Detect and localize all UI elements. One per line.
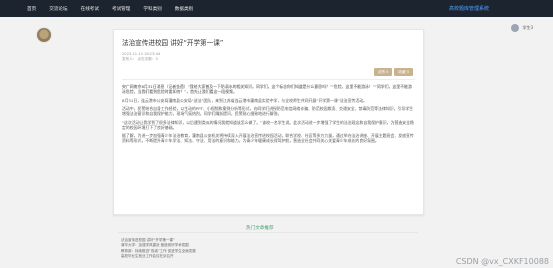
user-name: 学生3 bbox=[522, 25, 533, 30]
user-avatar bbox=[511, 24, 520, 32]
nav-item-forum[interactable]: 交流论坛 bbox=[49, 6, 67, 12]
hot-articles-divider bbox=[118, 232, 418, 233]
article-title: 法治宣传进校园 讲好“开学第一课” bbox=[122, 39, 224, 47]
brand-title: 高校题库管理系统 bbox=[448, 6, 489, 12]
article-paragraph: 据了解，为进一步加强青少年法治教育，灌南县公安机关将持续深入开展法治宣传进校园活… bbox=[122, 133, 414, 144]
article-content: 央广网南京8月31日消息（记者金蓓）“我给大家普及一下防溺水的相关知识。同学们，… bbox=[122, 84, 414, 147]
hot-articles-list: 法治宣传进校园 讲好“开学第一课” 清华大学：加强学风建设 营造良好学术氛围 教… bbox=[121, 238, 196, 260]
watermark-text: CSDN @vx_CXKF10088 bbox=[455, 257, 549, 266]
favorite-button[interactable]: 收藏 0 bbox=[394, 68, 413, 76]
article-paragraph: 央广网南京8月31日消息（记者金蓓）“我给大家普及一下防溺水的相关知识。同学们，… bbox=[122, 84, 412, 94]
article-author-clicks: 发布人： 点击次数：3 bbox=[122, 57, 158, 62]
nav-item-online-exam[interactable]: 在线考试 bbox=[81, 6, 99, 12]
user-menu[interactable]: 学生3 bbox=[511, 24, 533, 32]
article-meta: 2023-11-14 16:13:44 发布人： 点击次数：3 bbox=[122, 52, 160, 62]
article-paragraph: 活动中，民警结合自身工作经验，以生动的PPT、小视频和案例分析等形式，向同学们讲… bbox=[122, 106, 414, 117]
nav-item-home[interactable]: 首页 bbox=[27, 6, 36, 12]
nav-item-data-category[interactable]: 数据类别 bbox=[175, 6, 193, 12]
title-divider bbox=[122, 79, 415, 80]
article-paragraph: “这次活动让我学到了很多法律知识，以后遇到类似的情况我就知道该怎么做了。”该校一… bbox=[122, 119, 414, 130]
article-card: 法治宣传进校园 讲好“开学第一课” 2023-11-14 16:13:44 发布… bbox=[113, 29, 424, 215]
hot-article-link[interactable]: 高校毕业生就业工作会议在京召开 bbox=[121, 254, 196, 259]
nav-item-subject-category[interactable]: 学科类别 bbox=[143, 6, 161, 12]
main-nav: 首页 交流论坛 在线考试 考试管理 学科类别 数据类别 bbox=[27, 6, 206, 12]
logo-avatar bbox=[37, 28, 51, 42]
article-actions: 点赞 0 收藏 0 bbox=[372, 68, 413, 76]
nav-item-exam-management[interactable]: 考试管理 bbox=[112, 6, 130, 12]
top-navigation-bar: 首页 交流论坛 在线考试 考试管理 学科类别 数据类别 高校题库管理系统 bbox=[0, 0, 553, 17]
hot-articles-title: 热门文章推荐 bbox=[246, 226, 274, 231]
article-paragraph: 8月31日，连云港市公安局灌南县公安局“送法”团队，来到江苏省连云港市灌南县实验… bbox=[122, 97, 368, 103]
like-button[interactable]: 点赞 0 bbox=[373, 68, 393, 76]
